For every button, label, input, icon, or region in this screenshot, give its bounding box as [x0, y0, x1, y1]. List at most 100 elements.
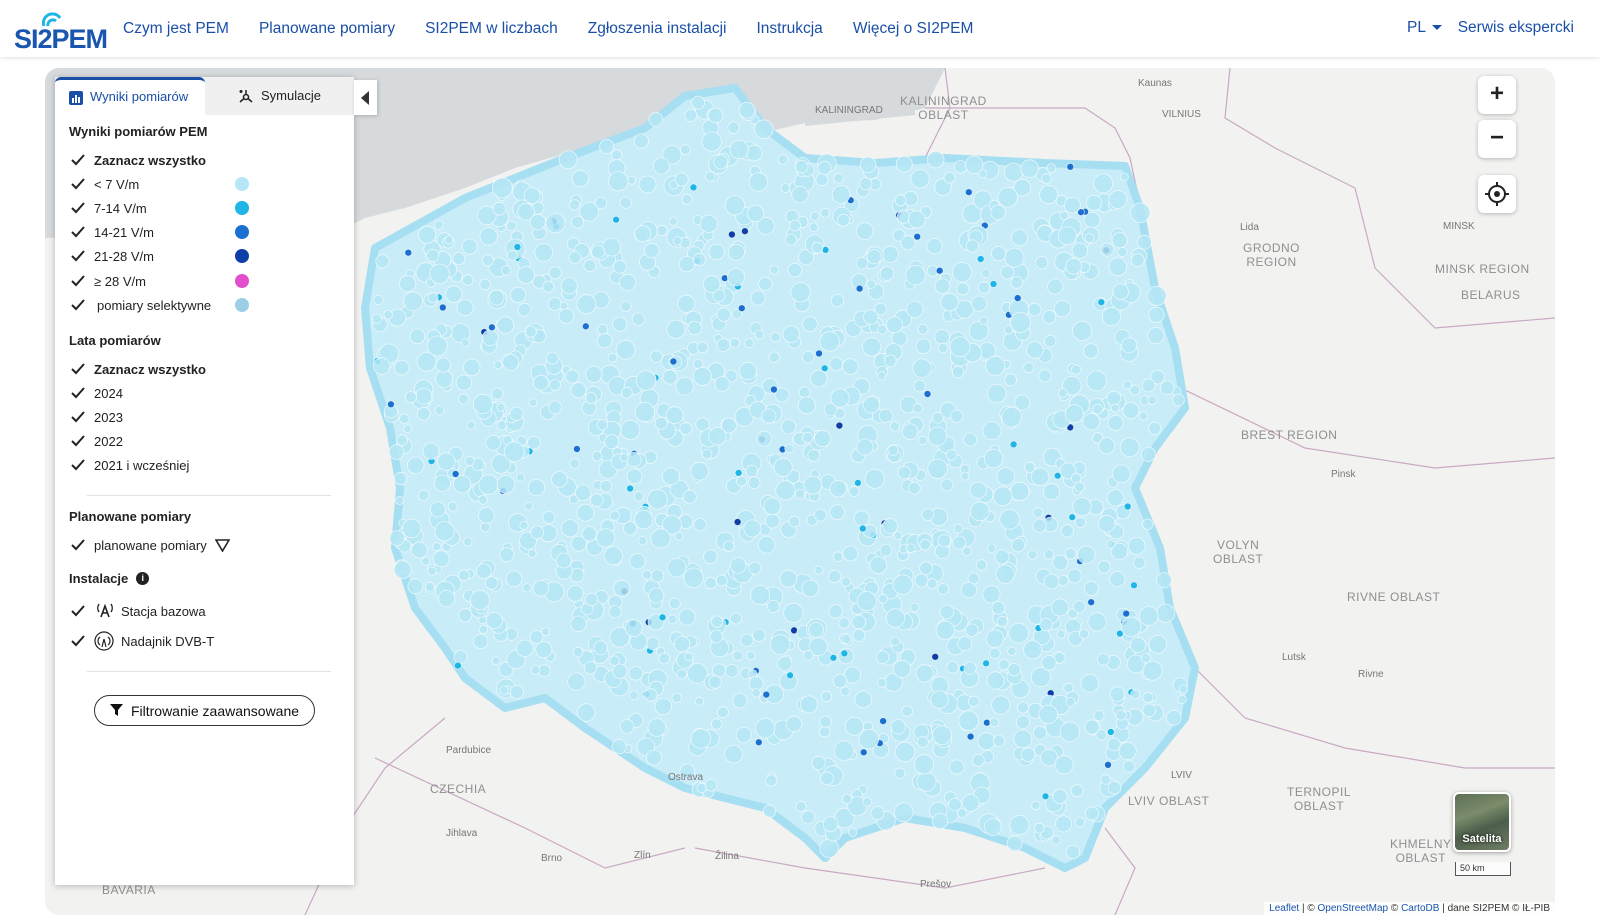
measurement-marker[interactable] — [491, 656, 501, 666]
measurement-marker[interactable] — [851, 614, 867, 630]
measurement-marker[interactable] — [615, 339, 636, 360]
measurement-marker[interactable] — [997, 187, 1018, 208]
measurement-marker[interactable] — [585, 392, 598, 405]
measurement-marker[interactable] — [969, 481, 987, 499]
measurement-marker[interactable] — [424, 581, 435, 592]
measurement-marker[interactable] — [426, 335, 448, 357]
measurement-marker[interactable] — [987, 383, 1007, 404]
measurement-marker[interactable] — [530, 665, 541, 675]
measurement-marker[interactable] — [611, 738, 627, 755]
measurement-marker[interactable] — [591, 450, 603, 462]
checkbox-checked-icon[interactable] — [69, 360, 87, 378]
measurement-marker[interactable] — [996, 616, 1009, 628]
measurement-marker[interactable] — [726, 268, 746, 287]
measurement-marker[interactable] — [491, 387, 504, 400]
measurement-marker[interactable] — [515, 639, 534, 658]
measurement-marker[interactable] — [964, 188, 973, 197]
measurement-marker[interactable] — [687, 320, 702, 336]
measurement-marker[interactable] — [453, 661, 462, 670]
measurement-marker[interactable] — [1147, 326, 1165, 344]
measurement-marker[interactable] — [729, 140, 749, 160]
measurement-marker[interactable] — [647, 718, 667, 737]
measurement-marker[interactable] — [478, 494, 488, 505]
measurement-marker[interactable] — [770, 331, 781, 343]
measurement-marker[interactable] — [524, 501, 534, 511]
measurement-marker[interactable] — [681, 193, 693, 205]
measurement-marker[interactable] — [619, 452, 629, 463]
measurement-marker[interactable] — [779, 569, 798, 588]
measurement-marker[interactable] — [885, 608, 906, 628]
measurement-marker[interactable] — [958, 710, 979, 732]
measurement-marker[interactable] — [853, 510, 870, 527]
checkbox-checked-icon[interactable] — [69, 602, 87, 620]
measurement-marker[interactable] — [690, 728, 712, 749]
measurement-marker[interactable] — [914, 573, 929, 588]
measurement-marker[interactable] — [727, 121, 740, 134]
measurement-marker[interactable] — [1006, 835, 1023, 852]
measurement-marker[interactable] — [937, 583, 949, 595]
measurement-marker[interactable] — [991, 695, 1011, 715]
measurement-marker[interactable] — [894, 767, 906, 779]
measurement-marker[interactable] — [488, 289, 505, 306]
installation-filter-row[interactable]: Stacja bazowa — [69, 601, 206, 621]
measurement-marker[interactable] — [995, 564, 1016, 584]
measurement-marker[interactable] — [1084, 719, 1100, 735]
checkbox-checked-icon[interactable] — [69, 199, 87, 217]
measurement-marker[interactable] — [451, 470, 460, 478]
measurement-marker[interactable] — [1142, 660, 1163, 681]
measurement-marker[interactable] — [701, 131, 722, 152]
measurement-marker[interactable] — [1032, 518, 1047, 533]
measurement-marker[interactable] — [447, 501, 458, 512]
measurement-marker[interactable] — [568, 251, 582, 264]
leaflet-link[interactable]: Leaflet — [1269, 903, 1299, 914]
measurement-marker[interactable] — [990, 204, 1006, 221]
measurement-marker[interactable] — [1106, 539, 1116, 550]
measurement-marker[interactable] — [383, 309, 393, 320]
measurement-marker[interactable] — [1072, 320, 1093, 341]
measurement-marker[interactable] — [1026, 341, 1044, 359]
measurement-marker[interactable] — [566, 585, 584, 602]
measurement-marker[interactable] — [403, 291, 423, 312]
measurement-marker[interactable] — [976, 255, 985, 263]
measurement-marker[interactable] — [844, 716, 864, 736]
measurement-marker[interactable] — [624, 619, 643, 638]
measurement-marker[interactable] — [1014, 394, 1031, 411]
measurement-marker[interactable] — [916, 736, 929, 748]
measurement-marker[interactable] — [455, 374, 472, 391]
measurement-marker[interactable] — [634, 509, 654, 530]
range-filter-row[interactable]: 14-21 V/m — [69, 222, 269, 242]
measurement-marker[interactable] — [1108, 257, 1128, 277]
measurement-marker[interactable] — [658, 652, 671, 665]
measurement-marker[interactable] — [835, 421, 844, 430]
measurement-marker[interactable] — [969, 501, 990, 522]
measurement-marker[interactable] — [704, 576, 717, 590]
measurement-marker[interactable] — [1093, 710, 1105, 722]
measurement-marker[interactable] — [830, 388, 850, 408]
measurement-marker[interactable] — [829, 357, 844, 371]
measurement-marker[interactable] — [1077, 545, 1096, 565]
measurement-marker[interactable] — [819, 715, 832, 728]
measurement-marker[interactable] — [786, 671, 794, 680]
measurement-marker[interactable] — [951, 365, 965, 379]
year-filter-row[interactable]: 2023 — [69, 407, 123, 427]
measurement-marker[interactable] — [905, 543, 916, 554]
measurement-marker[interactable] — [926, 150, 945, 169]
measurement-marker[interactable] — [980, 268, 991, 279]
measurement-marker[interactable] — [421, 556, 431, 566]
measurement-marker[interactable] — [748, 172, 769, 192]
measurement-marker[interactable] — [1010, 481, 1030, 501]
measurement-marker[interactable] — [863, 309, 879, 325]
measurement-marker[interactable] — [1070, 364, 1082, 376]
measurement-marker[interactable] — [1065, 697, 1076, 708]
measurement-marker[interactable] — [754, 329, 765, 340]
measurement-marker[interactable] — [926, 578, 938, 589]
measurement-marker[interactable] — [570, 382, 587, 399]
measurement-marker[interactable] — [819, 331, 840, 352]
measurement-marker[interactable] — [647, 488, 668, 510]
measurement-marker[interactable] — [896, 210, 911, 224]
measurement-marker[interactable] — [814, 508, 828, 522]
measurement-marker[interactable] — [864, 468, 885, 489]
measurement-marker[interactable] — [407, 578, 424, 595]
measurement-marker[interactable] — [940, 292, 959, 312]
measurement-marker[interactable] — [842, 545, 859, 562]
